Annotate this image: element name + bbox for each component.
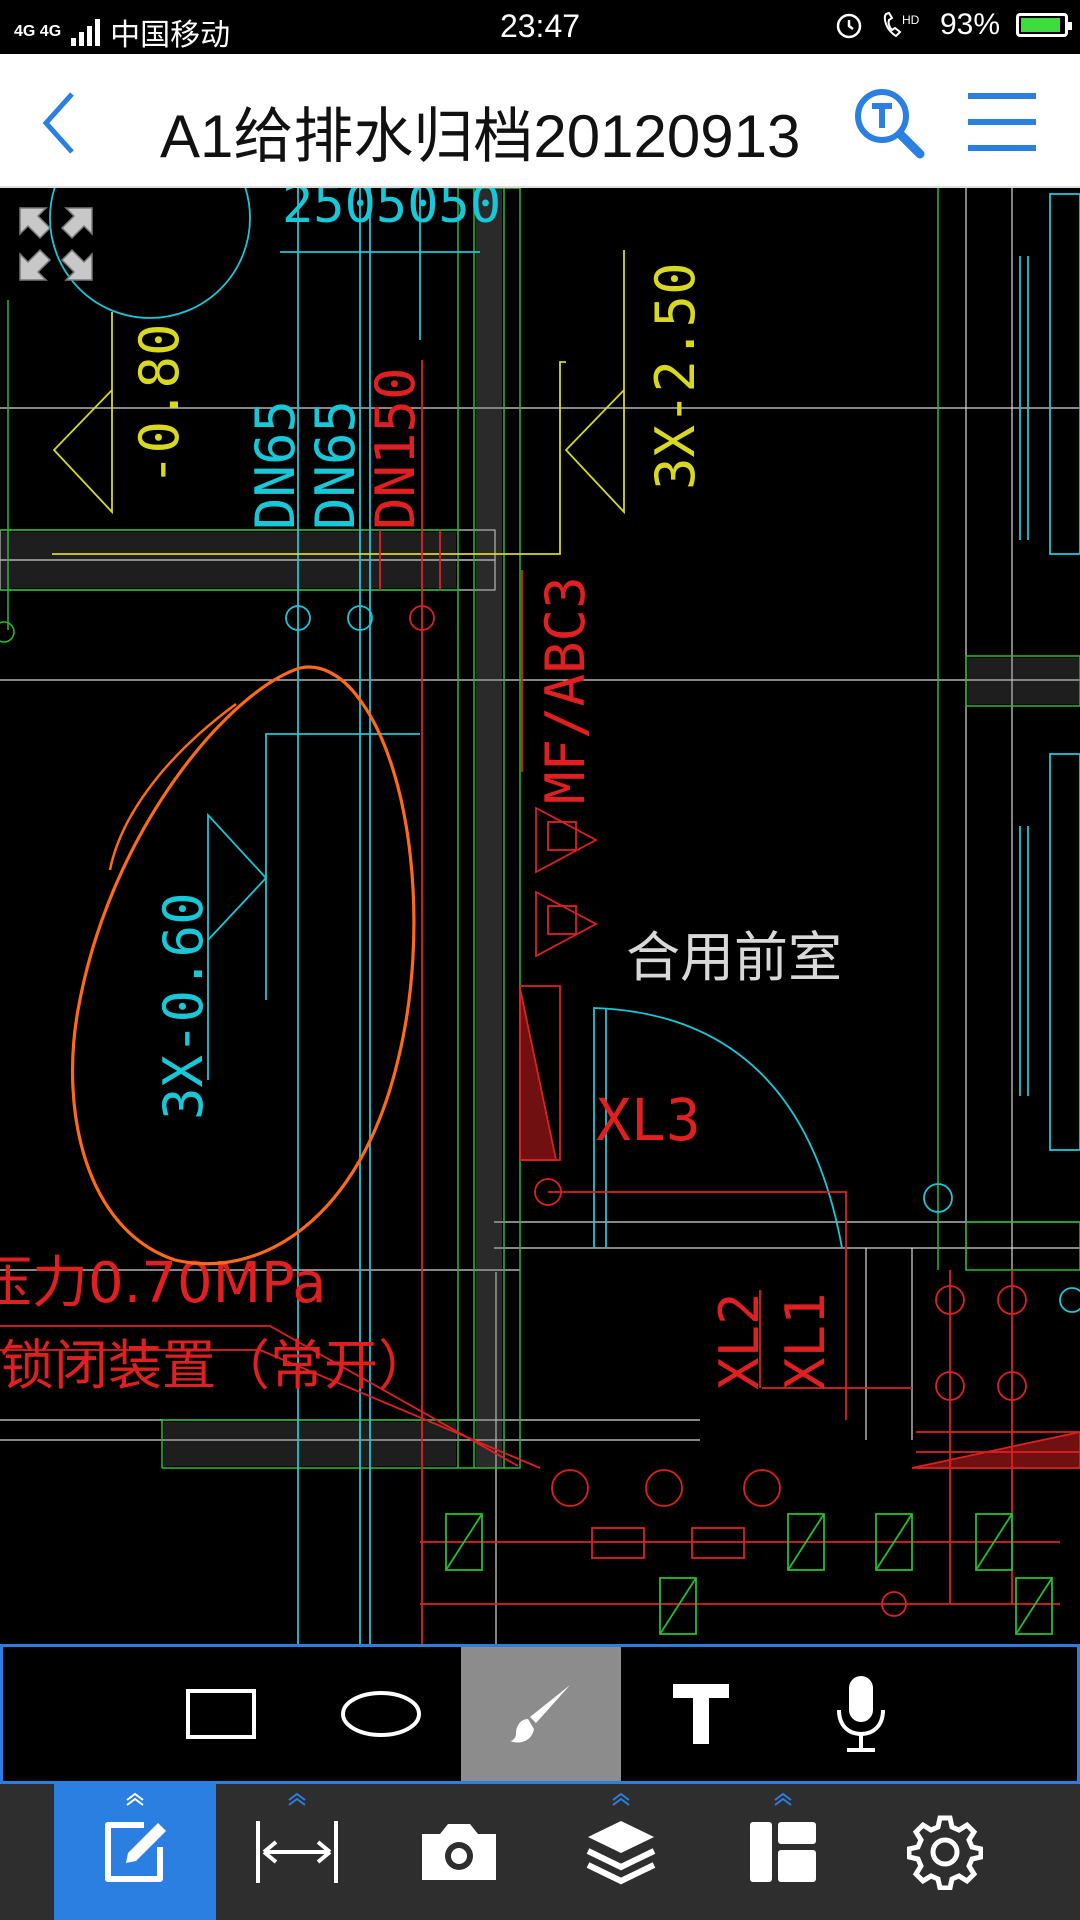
label-elev-left: -0.80	[128, 323, 191, 486]
label-lock: 锁闭装置（常开）	[0, 1334, 432, 1397]
nav-annotate[interactable]	[54, 1784, 216, 1920]
battery-percent: 93%	[939, 8, 1000, 41]
text-icon	[673, 1684, 729, 1744]
text-search-icon[interactable]	[852, 86, 926, 160]
nav-camera[interactable]	[378, 1784, 540, 1920]
chevron-up-icon	[612, 1792, 630, 1806]
label-dn2: DN65	[304, 400, 367, 530]
chevron-up-icon	[774, 1792, 792, 1806]
annotation-toolbar	[0, 1644, 1080, 1784]
bottom-nav	[0, 1784, 1080, 1920]
tool-ellipse[interactable]	[301, 1647, 461, 1781]
microphone-icon	[837, 1676, 885, 1752]
chevron-left-icon[interactable]	[36, 88, 86, 158]
chevron-up-icon	[288, 1792, 306, 1806]
nav-measure[interactable]	[216, 1784, 378, 1920]
label-dims-top: 2505050	[282, 188, 501, 235]
tool-rectangle[interactable]	[141, 1647, 301, 1781]
battery-charging-icon	[1016, 13, 1072, 37]
layout-icon	[750, 1822, 816, 1882]
expand-arrows-icon[interactable]	[16, 204, 96, 284]
label-elev-right: 3X-2.50	[644, 262, 707, 490]
edit-icon	[105, 1822, 166, 1882]
tool-brush[interactable]	[461, 1647, 621, 1781]
nav-layers[interactable]	[540, 1784, 702, 1920]
brush-icon	[510, 1685, 570, 1743]
label-room: 合用前室	[626, 926, 842, 989]
tool-voice[interactable]	[781, 1647, 941, 1781]
hd-call-icon: HD	[883, 11, 920, 38]
camera-icon	[422, 1824, 496, 1880]
label-pressure: 压力0.70MPa	[0, 1251, 327, 1316]
cad-drawing: 2505050 -0.80 DN65 DN65 DN150 3X-2.50 MF…	[0, 188, 1080, 1644]
layers-icon	[586, 1821, 656, 1885]
label-xl1: XL1	[774, 1292, 837, 1390]
svg-text:HD: HD	[902, 13, 920, 27]
label-elev-circled: 3X-0.60	[152, 892, 215, 1120]
nav-settings[interactable]	[864, 1784, 1026, 1920]
battery-fill	[1021, 18, 1060, 32]
status-bar: 4G 4G 中国移动 23:47 HD 93%	[0, 0, 1080, 54]
measure-icon	[256, 1821, 338, 1883]
alarm-icon	[836, 13, 862, 39]
ellipse-annotation[interactable]	[71, 665, 416, 1266]
label-dn1: DN65	[244, 400, 307, 530]
rectangle-icon	[186, 1689, 256, 1739]
nav-layout[interactable]	[702, 1784, 864, 1920]
status-right: HD 93%	[834, 8, 1072, 42]
gear-icon	[907, 1815, 983, 1890]
label-xl2: XL2	[708, 1292, 771, 1390]
page-title: A1给排水归档20120913	[160, 103, 801, 170]
hamburger-menu-icon[interactable]	[964, 90, 1040, 154]
label-dn3: DN150	[364, 367, 427, 530]
chevron-up-icon	[126, 1792, 144, 1806]
label-xl3: XL3	[596, 1086, 701, 1154]
app-header: A1给排水归档20120913	[0, 54, 1080, 188]
label-mf: MF/ABC3	[534, 576, 597, 804]
ellipse-icon	[341, 1691, 421, 1737]
drawing-canvas[interactable]: 2505050 -0.80 DN65 DN65 DN150 3X-2.50 MF…	[0, 188, 1080, 1644]
tool-text[interactable]	[621, 1647, 781, 1781]
